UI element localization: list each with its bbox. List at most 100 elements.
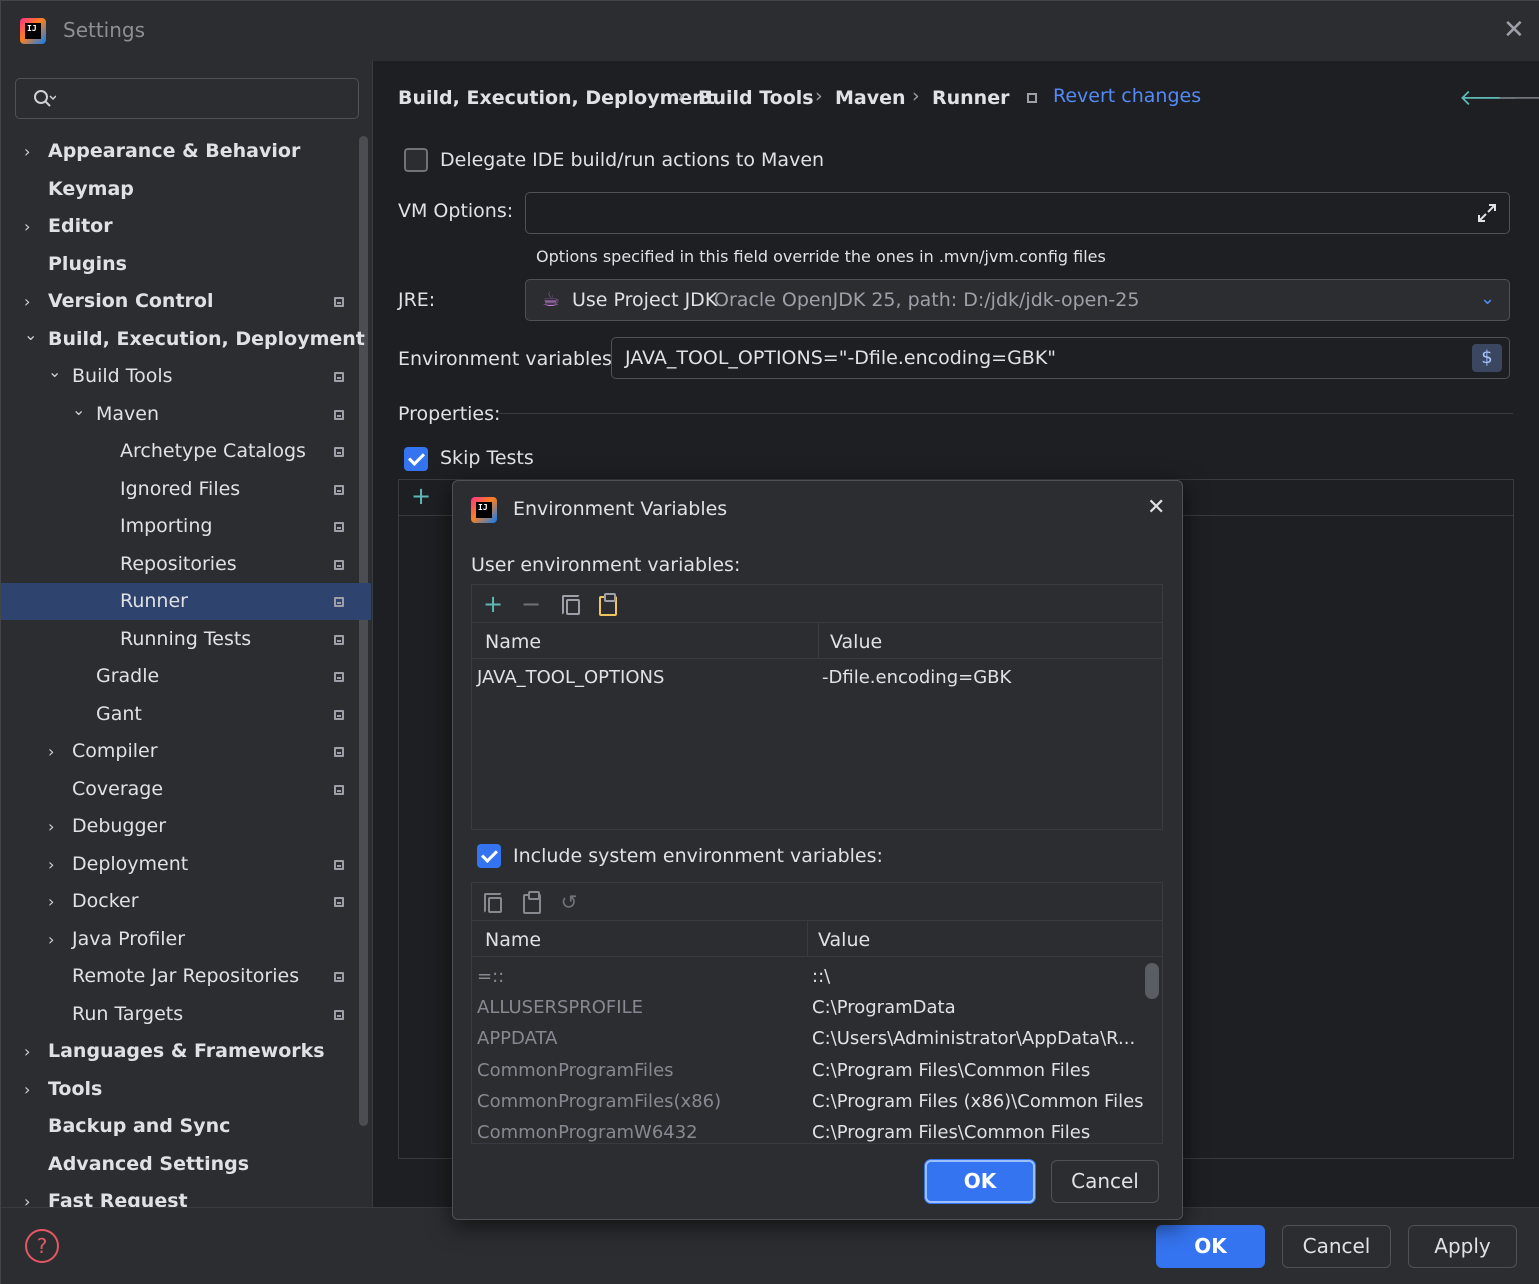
expand-icon[interactable]: [1476, 202, 1498, 224]
reset-icon[interactable]: ↺: [558, 891, 580, 913]
add-icon[interactable]: +: [482, 592, 504, 616]
table-row[interactable]: ALLUSERSPROFILE C:\ProgramData: [472, 992, 1162, 1023]
window-title: Settings: [63, 18, 146, 42]
chevron-right-icon[interactable]: ›: [24, 208, 40, 245]
remove-icon[interactable]: −: [520, 592, 542, 616]
table-row[interactable]: CommonProgramFiles C:\Program Files\Comm…: [472, 1055, 1162, 1086]
sidebar-item-label: Java Profiler: [72, 928, 186, 950]
sidebar-item-running-tests[interactable]: Running Tests: [1, 621, 371, 658]
chevron-right-icon[interactable]: ›: [24, 1071, 40, 1108]
chevron-right-icon[interactable]: ›: [24, 133, 40, 170]
sidebar-item-version-control[interactable]: › Version Control: [1, 283, 371, 320]
sidebar-item-ignored-files[interactable]: Ignored Files: [1, 471, 371, 508]
table-row[interactable]: JAVA_TOOL_OPTIONS -Dfile.encoding=GBK: [472, 662, 1162, 693]
add-property-icon[interactable]: +: [411, 482, 431, 510]
cancel-button[interactable]: Cancel: [1282, 1225, 1391, 1268]
project-scope-icon: [334, 597, 344, 607]
intellij-logo-icon: IJ: [471, 497, 497, 523]
sidebar-item-importing[interactable]: Importing: [1, 508, 371, 545]
delegate-checkbox[interactable]: [404, 148, 428, 172]
breadcrumb-build-tools[interactable]: Build Tools: [698, 87, 814, 109]
sidebar-item-keymap[interactable]: Keymap: [1, 171, 371, 208]
chevron-right-icon[interactable]: ›: [24, 283, 40, 320]
chevron-right-icon[interactable]: ›: [24, 1033, 40, 1070]
breadcrumb-maven[interactable]: Maven: [835, 87, 906, 109]
sidebar-item-repositories[interactable]: Repositories: [1, 546, 371, 583]
chevron-right-icon[interactable]: ›: [48, 921, 64, 958]
sidebar-item-plugins[interactable]: Plugins: [1, 246, 371, 283]
column-header-value[interactable]: Value: [830, 631, 882, 653]
table-row[interactable]: CommonProgramW6432 C:\Program Files\Comm…: [472, 1117, 1162, 1143]
sidebar-item-backup-and-sync[interactable]: Backup and Sync: [1, 1108, 371, 1145]
sidebar-item-advanced-settings[interactable]: Advanced Settings: [1, 1146, 371, 1183]
help-icon[interactable]: ?: [25, 1229, 59, 1263]
apply-button[interactable]: Apply: [1408, 1225, 1517, 1268]
sidebar-item-label: Plugins: [48, 253, 127, 275]
env-vars-field[interactable]: JAVA_TOOL_OPTIONS="-Dfile.encoding=GBK" …: [611, 337, 1510, 379]
skip-tests-checkbox[interactable]: [404, 447, 428, 471]
sidebar-item-coverage[interactable]: Coverage: [1, 771, 371, 808]
env-vars-browse-button[interactable]: $: [1472, 344, 1502, 372]
sidebar-item-gant[interactable]: Gant: [1, 696, 371, 733]
sidebar-item-remote-jar-repositories[interactable]: Remote Jar Repositories: [1, 958, 371, 995]
user-vars-label: User environment variables:: [471, 554, 741, 576]
copy-icon[interactable]: [484, 893, 502, 913]
settings-window: IJ Settings ✕ › Appearance & Behavior Keym…: [0, 0, 1539, 1284]
breadcrumb-build-execution-deployment[interactable]: Build, Execution, Deployment: [398, 87, 715, 109]
env-var-name: =::: [477, 966, 505, 987]
chevron-right-icon[interactable]: ›: [48, 883, 64, 920]
project-scope-icon: [334, 747, 344, 757]
paste-icon[interactable]: [599, 593, 617, 616]
sidebar-item-run-targets[interactable]: Run Targets: [1, 996, 371, 1033]
sidebar-item-languages-frameworks[interactable]: › Languages & Frameworks: [1, 1033, 371, 1070]
sidebar-item-appearance-behavior[interactable]: › Appearance & Behavior: [1, 133, 371, 170]
sidebar-item-deployment[interactable]: › Deployment: [1, 846, 371, 883]
chevron-down-icon[interactable]: ⌄: [48, 353, 64, 390]
table-row[interactable]: =:: ::\: [472, 961, 1162, 992]
table-row[interactable]: APPDATA C:\Users\Administrator\AppData\R…: [472, 1023, 1162, 1054]
sidebar-item-archetype-catalogs[interactable]: Archetype Catalogs: [1, 433, 371, 470]
chevron-right-icon[interactable]: ›: [48, 846, 64, 883]
vm-options-field[interactable]: [525, 192, 1510, 234]
chevron-right-icon[interactable]: ›: [48, 808, 64, 845]
chevron-right-icon[interactable]: ›: [48, 733, 64, 770]
system-vars-header: Name Value: [472, 921, 1162, 957]
revert-changes-link[interactable]: Revert changes: [1053, 85, 1201, 107]
copy-icon[interactable]: [562, 595, 580, 615]
breadcrumb-separator: ›: [677, 85, 685, 107]
sidebar-item-editor[interactable]: › Editor: [1, 208, 371, 245]
sidebar-item-build-tools[interactable]: ⌄ Build Tools: [1, 358, 371, 395]
sidebar-item-compiler[interactable]: › Compiler: [1, 733, 371, 770]
sidebar-item-runner[interactable]: Runner: [1, 583, 371, 620]
sidebar-item-debugger[interactable]: › Debugger: [1, 808, 371, 845]
table-row[interactable]: CommonProgramFiles(x86) C:\Program Files…: [472, 1086, 1162, 1117]
dialog-cancel-button[interactable]: Cancel: [1051, 1160, 1159, 1203]
close-icon[interactable]: ✕: [1503, 17, 1525, 43]
sidebar-item-java-profiler[interactable]: › Java Profiler: [1, 921, 371, 958]
include-system-checkbox[interactable]: [477, 844, 501, 868]
chevron-down-icon[interactable]: ⌄: [72, 391, 88, 428]
project-scope-icon: [334, 522, 344, 532]
jre-select[interactable]: ☕ Use Project JDK Oracle OpenJDK 25, pat…: [525, 279, 1510, 321]
column-header-name[interactable]: Name: [485, 631, 541, 653]
sidebar-item-label: Tools: [48, 1078, 103, 1100]
chevron-down-icon[interactable]: ⌄: [24, 316, 40, 353]
sidebar-item-docker[interactable]: › Docker: [1, 883, 371, 920]
dialog-ok-button[interactable]: OK: [925, 1160, 1035, 1203]
ok-button[interactable]: OK: [1156, 1225, 1265, 1268]
paste-icon[interactable]: [523, 891, 541, 914]
dialog-close-icon[interactable]: ✕: [1147, 495, 1165, 520]
system-vars-scrollbar[interactable]: [1145, 963, 1159, 999]
sidebar-item-gradle[interactable]: Gradle: [1, 658, 371, 695]
env-var-name: CommonProgramW6432: [477, 1122, 698, 1143]
column-header-value[interactable]: Value: [818, 929, 870, 951]
sidebar-item-maven[interactable]: ⌄ Maven: [1, 396, 371, 433]
project-scope-icon: [334, 785, 344, 795]
forward-arrow-icon[interactable]: 🡒: [1497, 85, 1539, 111]
column-header-name[interactable]: Name: [485, 929, 541, 951]
project-scope-icon: [334, 560, 344, 570]
search-input[interactable]: [15, 78, 359, 119]
jre-selected-value: Use Project JDK: [572, 289, 718, 311]
sidebar-item-label: Gant: [96, 703, 142, 725]
sidebar-item-tools[interactable]: › Tools: [1, 1071, 371, 1108]
